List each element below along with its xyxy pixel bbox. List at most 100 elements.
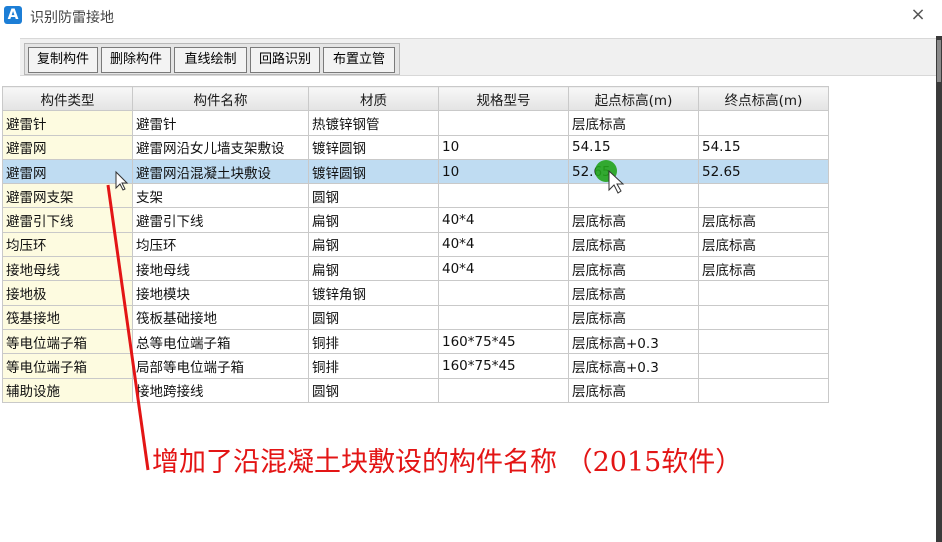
table-row[interactable]: 接地母线 接地母线 扁钢 40*4 层底标高 层底标高	[2, 256, 829, 282]
cell-name[interactable]: 接地模块	[132, 280, 309, 306]
cell-type[interactable]: 等电位端子箱	[2, 353, 133, 379]
cell-end-elevation[interactable]	[698, 110, 829, 136]
grid-header-row: 构件类型 构件名称 材质 规格型号 起点标高(m) 终点标高(m)	[2, 85, 829, 112]
cell-spec[interactable]: 40*4	[438, 231, 569, 258]
cell-end-elevation[interactable]	[698, 280, 829, 306]
cell-start-elevation[interactable]: 层底标高	[568, 207, 699, 233]
table-row[interactable]: 避雷网 避雷网沿混凝土块敷设 镀锌圆钢 10 52.65 52.65	[2, 158, 829, 185]
cell-material[interactable]: 铜排	[308, 353, 439, 379]
cell-spec[interactable]: 40*4	[438, 256, 569, 282]
cell-type[interactable]: 辅助设施	[2, 377, 133, 403]
cell-name[interactable]: 局部等电位端子箱	[132, 353, 309, 379]
cell-spec[interactable]: 10	[438, 134, 569, 160]
cell-end-elevation[interactable]: 52.65	[698, 158, 829, 185]
table-row[interactable]: 均压环 均压环 扁钢 40*4 层底标高 层底标高	[2, 231, 829, 258]
cell-start-elevation[interactable]: 层底标高	[568, 304, 699, 330]
delete-component-button[interactable]: 删除构件	[101, 47, 171, 73]
column-header-end-elevation[interactable]: 终点标高(m)	[698, 85, 829, 112]
cell-name[interactable]: 避雷针	[132, 110, 309, 136]
cell-end-elevation[interactable]	[698, 377, 829, 403]
cell-material[interactable]: 圆钢	[308, 183, 439, 209]
close-button[interactable]: ×	[908, 4, 928, 26]
window-title: 识别防雷接地	[30, 10, 114, 26]
table-row[interactable]: 等电位端子箱 总等电位端子箱 铜排 160*75*45 层底标高+0.3	[2, 328, 829, 355]
scrollbar-thumb[interactable]	[937, 40, 941, 82]
cell-start-elevation[interactable]: 层底标高+0.3	[568, 328, 699, 355]
table-row[interactable]: 避雷网 避雷网沿女儿墙支架敷设 镀锌圆钢 10 54.15 54.15	[2, 134, 829, 160]
cell-type[interactable]: 均压环	[2, 231, 133, 258]
cell-material[interactable]: 镀锌圆钢	[308, 134, 439, 160]
cell-name[interactable]: 总等电位端子箱	[132, 328, 309, 355]
cell-end-elevation[interactable]: 层底标高	[698, 231, 829, 258]
table-row[interactable]: 筏基接地 筏板基础接地 圆钢 层底标高	[2, 304, 829, 330]
cell-start-elevation[interactable]	[568, 183, 699, 209]
table-row[interactable]: 避雷针 避雷针 热镀锌钢管 层底标高	[2, 110, 829, 136]
cell-start-elevation[interactable]: 层底标高	[568, 256, 699, 282]
cell-material[interactable]: 扁钢	[308, 231, 439, 258]
cell-spec[interactable]	[438, 110, 569, 136]
cell-name[interactable]: 筏板基础接地	[132, 304, 309, 330]
table-row[interactable]: 接地极 接地模块 镀锌角钢 层底标高	[2, 280, 829, 306]
cell-name[interactable]: 接地跨接线	[132, 377, 309, 403]
cell-end-elevation[interactable]: 层底标高	[698, 207, 829, 233]
cell-name[interactable]: 避雷网沿混凝土块敷设	[132, 158, 309, 185]
cell-spec[interactable]: 10	[438, 158, 569, 185]
line-draw-button[interactable]: 直线绘制	[174, 47, 247, 73]
cell-start-elevation[interactable]: 52.65	[568, 158, 699, 185]
cell-type[interactable]: 避雷网	[2, 134, 133, 160]
cell-material[interactable]: 扁钢	[308, 256, 439, 282]
cell-material[interactable]: 扁钢	[308, 207, 439, 233]
cell-material[interactable]: 镀锌圆钢	[308, 158, 439, 185]
cell-start-elevation[interactable]: 层底标高	[568, 280, 699, 306]
cell-type[interactable]: 接地母线	[2, 256, 133, 282]
cell-name[interactable]: 避雷引下线	[132, 207, 309, 233]
cell-start-elevation[interactable]: 层底标高+0.3	[568, 353, 699, 379]
column-header-material[interactable]: 材质	[308, 85, 439, 112]
cell-type[interactable]: 避雷针	[2, 110, 133, 136]
cell-end-elevation[interactable]: 54.15	[698, 134, 829, 160]
cell-start-elevation[interactable]: 层底标高	[568, 231, 699, 258]
table-row[interactable]: 避雷引下线 避雷引下线 扁钢 40*4 层底标高 层底标高	[2, 207, 829, 233]
cell-type[interactable]: 接地极	[2, 280, 133, 306]
cell-start-elevation[interactable]: 层底标高	[568, 110, 699, 136]
column-header-name[interactable]: 构件名称	[132, 85, 309, 112]
cell-spec[interactable]	[438, 304, 569, 330]
cell-spec[interactable]: 160*75*45	[438, 353, 569, 379]
cell-end-elevation[interactable]: 层底标高	[698, 256, 829, 282]
table-row[interactable]: 等电位端子箱 局部等电位端子箱 铜排 160*75*45 层底标高+0.3	[2, 353, 829, 379]
cell-name[interactable]: 均压环	[132, 231, 309, 258]
cell-material[interactable]: 圆钢	[308, 377, 439, 403]
cell-type[interactable]: 避雷网	[2, 158, 133, 185]
cell-spec[interactable]	[438, 183, 569, 209]
cell-material[interactable]: 热镀锌钢管	[308, 110, 439, 136]
column-header-type[interactable]: 构件类型	[2, 85, 133, 112]
cell-spec[interactable]: 160*75*45	[438, 328, 569, 355]
cell-start-elevation[interactable]: 54.15	[568, 134, 699, 160]
cell-type[interactable]: 等电位端子箱	[2, 328, 133, 355]
column-header-start-elevation[interactable]: 起点标高(m)	[568, 85, 699, 112]
cell-name[interactable]: 支架	[132, 183, 309, 209]
cell-type[interactable]: 筏基接地	[2, 304, 133, 330]
cell-spec[interactable]: 40*4	[438, 207, 569, 233]
table-row[interactable]: 辅助设施 接地跨接线 圆钢 层底标高	[2, 377, 829, 403]
cell-material[interactable]: 镀锌角钢	[308, 280, 439, 306]
cell-spec[interactable]	[438, 377, 569, 403]
cell-end-elevation[interactable]	[698, 183, 829, 209]
column-header-spec[interactable]: 规格型号	[438, 85, 569, 112]
loop-recognize-button[interactable]: 回路识别	[250, 47, 320, 73]
copy-component-button[interactable]: 复制构件	[28, 47, 98, 73]
cell-type[interactable]: 避雷网支架	[2, 183, 133, 209]
cell-end-elevation[interactable]	[698, 353, 829, 379]
cell-end-elevation[interactable]	[698, 328, 829, 355]
vertical-scrollbar[interactable]	[936, 36, 942, 542]
table-row[interactable]: 避雷网支架 支架 圆钢	[2, 183, 829, 209]
cell-type[interactable]: 避雷引下线	[2, 207, 133, 233]
cell-material[interactable]: 圆钢	[308, 304, 439, 330]
cell-end-elevation[interactable]	[698, 304, 829, 330]
cell-name[interactable]: 接地母线	[132, 256, 309, 282]
place-riser-button[interactable]: 布置立管	[323, 47, 395, 73]
cell-material[interactable]: 铜排	[308, 328, 439, 355]
cell-start-elevation[interactable]: 层底标高	[568, 377, 699, 403]
cell-spec[interactable]	[438, 280, 569, 306]
cell-name[interactable]: 避雷网沿女儿墙支架敷设	[132, 134, 309, 160]
